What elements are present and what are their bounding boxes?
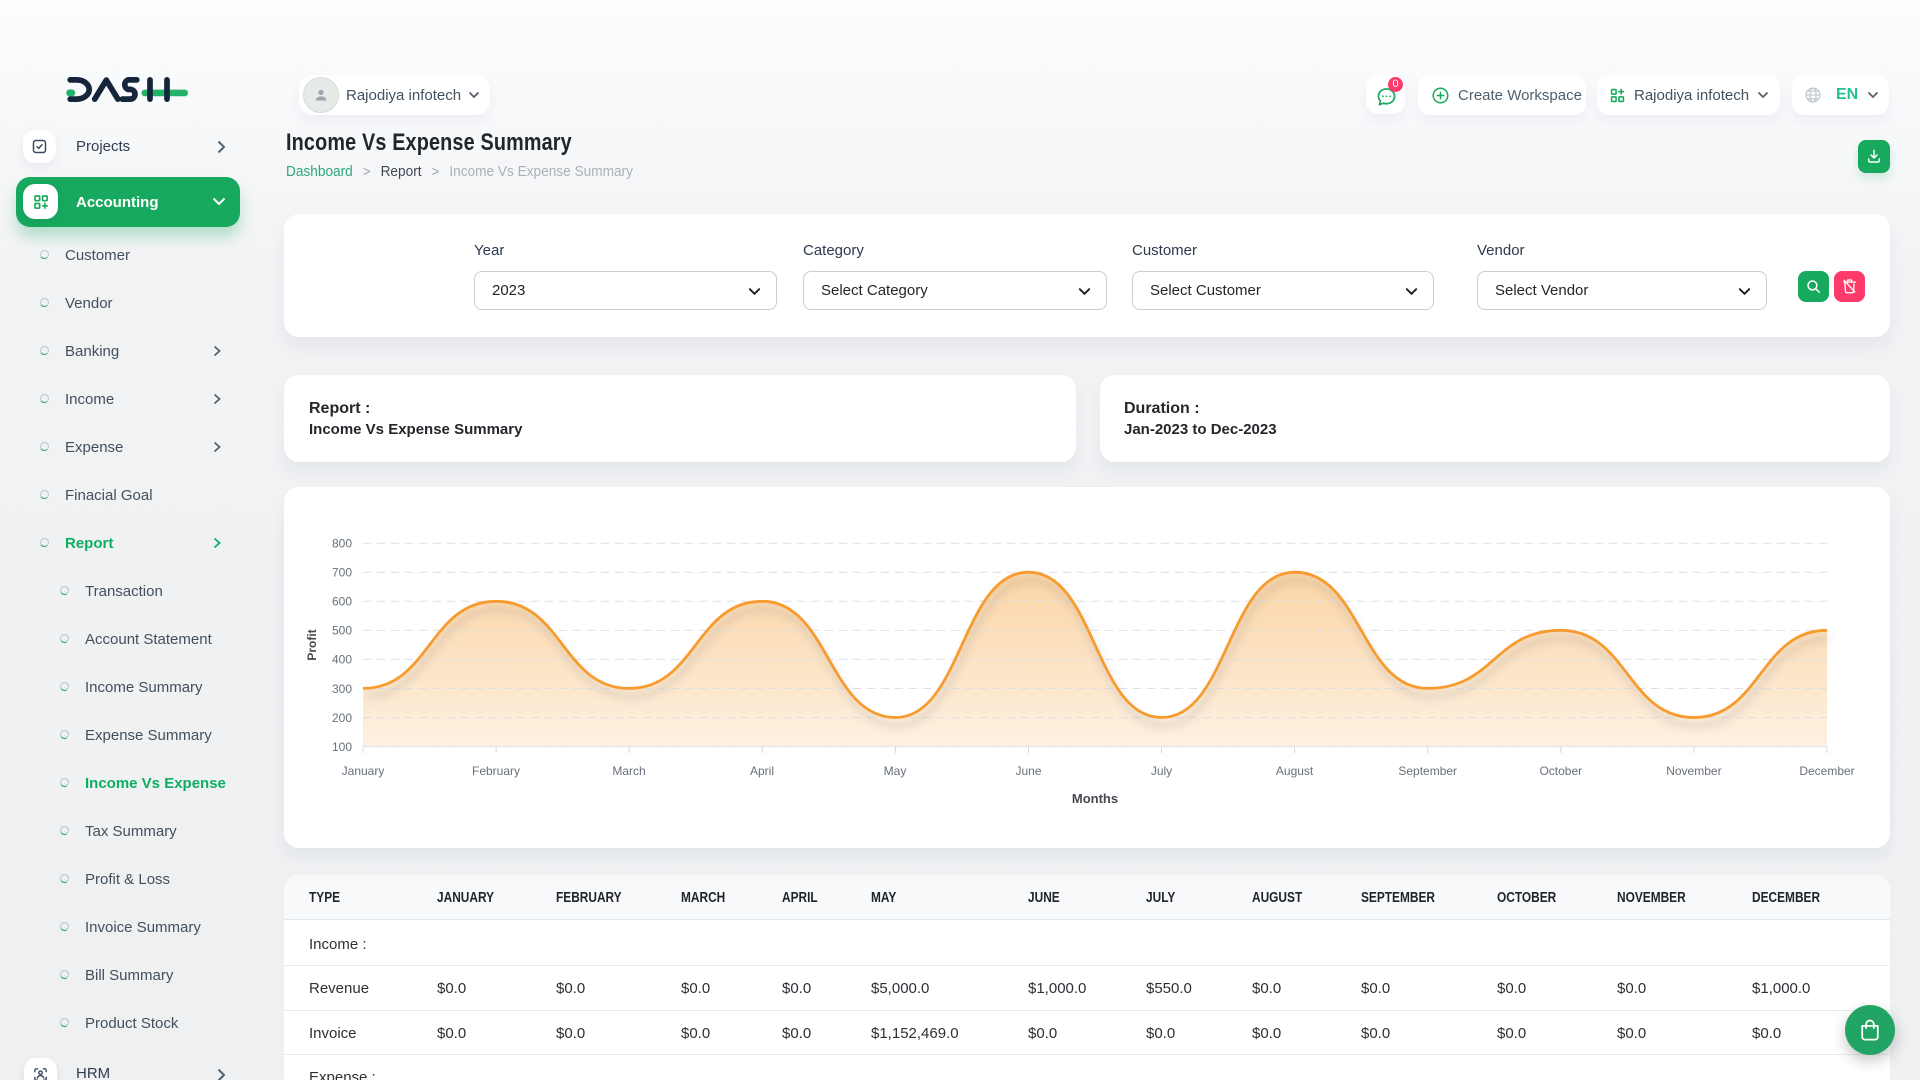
svg-text:300: 300 (332, 682, 352, 696)
svg-text:600: 600 (332, 595, 352, 609)
svg-text:December: December (1799, 764, 1854, 778)
svg-text:February: February (472, 764, 520, 778)
svg-text:September: September (1398, 764, 1457, 778)
svg-text:August: August (1276, 764, 1314, 778)
svg-text:April: April (750, 764, 774, 778)
svg-text:400: 400 (332, 653, 352, 667)
svg-text:July: July (1151, 764, 1172, 778)
svg-text:100: 100 (332, 740, 352, 754)
svg-text:500: 500 (332, 624, 352, 638)
svg-text:March: March (612, 764, 645, 778)
svg-text:Profit: Profit (305, 629, 319, 660)
svg-text:May: May (884, 764, 907, 778)
svg-text:200: 200 (332, 711, 352, 725)
svg-text:November: November (1666, 764, 1721, 778)
svg-text:700: 700 (332, 566, 352, 580)
svg-text:October: October (1539, 764, 1582, 778)
svg-text:June: June (1015, 764, 1041, 778)
svg-text:800: 800 (332, 537, 352, 551)
svg-text:Months: Months (1072, 791, 1118, 806)
svg-text:January: January (342, 764, 385, 778)
